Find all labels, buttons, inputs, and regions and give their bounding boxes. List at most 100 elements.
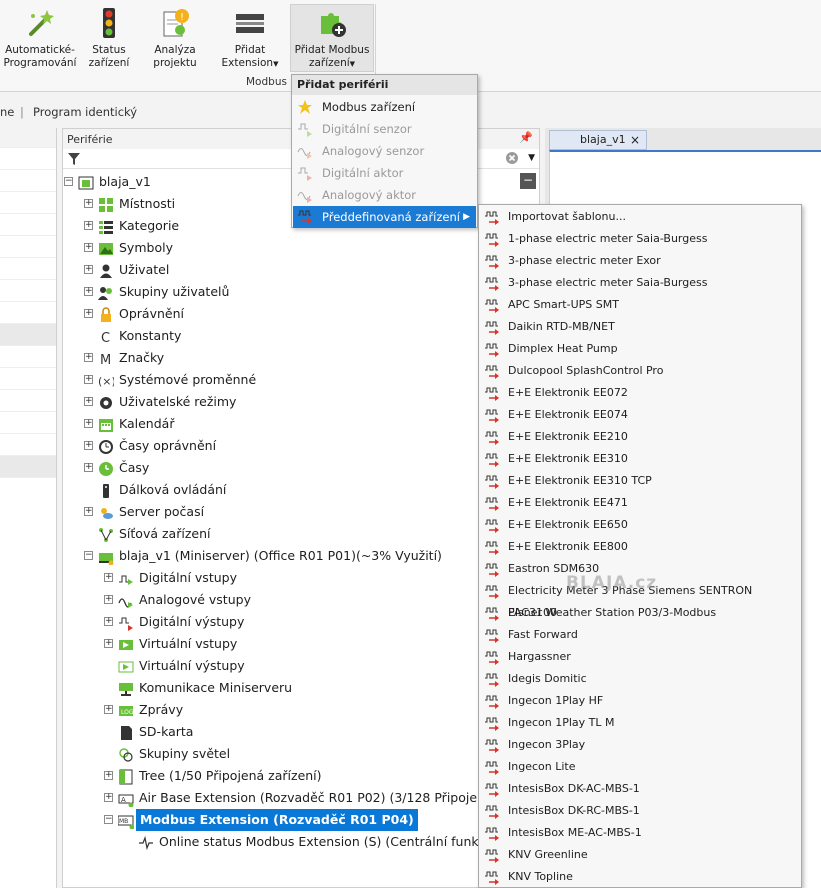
submenu-item[interactable]: Dulcopool SplashControl Pro (479, 360, 801, 382)
left-panel-row[interactable] (0, 346, 56, 368)
expand-icon[interactable]: + (84, 243, 93, 252)
submenu-item[interactable]: E+E Elektronik EE310 (479, 448, 801, 470)
expand-icon[interactable]: + (84, 353, 93, 362)
left-panel-row[interactable] (0, 170, 56, 192)
submenu-item[interactable]: Hargassner (479, 646, 801, 668)
tree-node[interactable]: + (×) Systémové proměnné (63, 369, 541, 391)
tree-node[interactable]: − blaja_v1 (Miniserver) (Office R01 P01)(… (63, 545, 541, 567)
pin-icon[interactable]: 📌 (519, 131, 533, 144)
submenu-item[interactable]: E+E Elektronik EE650 (479, 514, 801, 536)
collapse-icon[interactable]: − (104, 815, 113, 824)
tab-blaja-v1[interactable]: blaja_v1 × (549, 130, 647, 150)
expand-icon[interactable]: + (104, 573, 113, 582)
submenu-item[interactable]: Daikin RTD-MB/NET (479, 316, 801, 338)
clear-filter-icon[interactable] (505, 151, 519, 165)
expand-icon[interactable]: + (84, 419, 93, 428)
submenu-item[interactable]: IntesisBox ME-AC-MBS-1 (479, 822, 801, 844)
left-panel-row[interactable] (0, 456, 56, 478)
submenu-item[interactable]: Ingecon Lite (479, 756, 801, 778)
auto-programming-button[interactable]: Automatické- Programování (2, 2, 78, 76)
tree-node[interactable]: + Symboly (63, 237, 541, 259)
collapse-icon[interactable]: − (84, 551, 93, 560)
submenu-item[interactable]: 3-phase electric meter Exor (479, 250, 801, 272)
collapse-icon[interactable]: − (64, 177, 73, 186)
tree-node[interactable]: + Uživatel (63, 259, 541, 281)
submenu-item[interactable]: Ingecon 1Play HF (479, 690, 801, 712)
expand-icon[interactable]: + (104, 771, 113, 780)
tree-node[interactable]: + Digitální výstupy (63, 611, 541, 633)
tree-node[interactable]: + Server počasí (63, 501, 541, 523)
expand-icon[interactable]: + (104, 639, 113, 648)
submenu-item[interactable]: E+E Elektronik EE310 TCP (479, 470, 801, 492)
project-analysis-button[interactable]: ! Analýza projektu (146, 2, 204, 76)
expand-icon[interactable]: + (104, 793, 113, 802)
tree-node[interactable]: SD-karta (63, 721, 541, 743)
submenu-item[interactable]: Elsner Weather Station P03/3-Modbus (479, 602, 801, 624)
left-panel-row[interactable] (0, 236, 56, 258)
expand-icon[interactable]: + (84, 441, 93, 450)
tree-node[interactable]: + A Air Base Extension (Rozvaděč R01 P02) … (63, 787, 550, 809)
expand-icon[interactable]: + (84, 397, 93, 406)
submenu-item[interactable]: IntesisBox DK-AC-MBS-1 (479, 778, 801, 800)
submenu-item[interactable]: E+E Elektronik EE210 (479, 426, 801, 448)
tree-node[interactable]: + Analogové vstupy (63, 589, 541, 611)
tree-node[interactable]: + Tree (1/50 Připojená zařízení) (63, 765, 541, 787)
add-extension-button[interactable]: Přidat Extension▼ (218, 2, 282, 76)
left-panel-row[interactable] (0, 258, 56, 280)
submenu-item[interactable]: KNV Topline (479, 866, 801, 887)
tree-node[interactable]: + Skupiny uživatelů (63, 281, 541, 303)
expand-icon[interactable]: + (104, 617, 113, 626)
left-panel-row[interactable] (0, 324, 56, 346)
expand-icon[interactable]: + (104, 595, 113, 604)
left-panel-row[interactable] (0, 148, 56, 170)
tree-node[interactable]: Dálková ovládání (63, 479, 541, 501)
submenu-item[interactable]: 3-phase electric meter Saia-Burgess (479, 272, 801, 294)
chevron-down-icon[interactable]: ▼ (528, 153, 535, 163)
left-panel-row[interactable] (0, 368, 56, 390)
left-panel-row[interactable] (0, 214, 56, 236)
tree-node[interactable]: + LOG Zprávy (63, 699, 541, 721)
left-panel-row[interactable] (0, 302, 56, 324)
tree-node[interactable]: Skupiny světel (63, 743, 541, 765)
filter-icon[interactable] (67, 152, 81, 166)
submenu-item[interactable]: Importovat šablonu... (479, 206, 801, 228)
left-panel-row[interactable] (0, 192, 56, 214)
submenu-item[interactable]: IntesisBox DK-RC-MBS-1 (479, 800, 801, 822)
tree-node[interactable]: Online status Modbus Extension (S) (Cent… (63, 831, 541, 853)
tree-node[interactable]: + Oprávnění (63, 303, 541, 325)
expand-icon[interactable]: + (84, 507, 93, 516)
expand-icon[interactable]: + (84, 375, 93, 384)
tree-node[interactable]: + Uživatelské režimy (63, 391, 541, 413)
left-panel-row[interactable] (0, 280, 56, 302)
left-panel-row[interactable] (0, 412, 56, 434)
submenu-item[interactable]: E+E Elektronik EE074 (479, 404, 801, 426)
add-modbus-device-button[interactable]: Přidat Modbus zařízení▼ (290, 2, 374, 76)
tree-node[interactable]: Komunikace Miniserveru (63, 677, 541, 699)
submenu-item[interactable]: Idegis Domitic (479, 668, 801, 690)
expand-icon[interactable]: + (84, 309, 93, 318)
tree-node[interactable]: Virtuální výstupy (63, 655, 541, 677)
expand-icon[interactable]: + (104, 705, 113, 714)
submenu-item[interactable]: Dimplex Heat Pump (479, 338, 801, 360)
tree-node[interactable]: + Časy oprávnění (63, 435, 541, 457)
submenu-item[interactable]: Fast Forward (479, 624, 801, 646)
expand-icon[interactable]: + (84, 287, 93, 296)
submenu-item[interactable]: E+E Elektronik EE072 (479, 382, 801, 404)
submenu-item[interactable]: KNV Greenline (479, 844, 801, 866)
submenu-item[interactable]: E+E Elektronik EE800 (479, 536, 801, 558)
submenu-item[interactable]: 1-phase electric meter Saia-Burgess (479, 228, 801, 250)
tree-node[interactable]: Síťová zařízení (63, 523, 541, 545)
submenu-item[interactable]: Ingecon 3Play (479, 734, 801, 756)
close-icon[interactable]: × (630, 133, 640, 147)
tree-node[interactable]: + M Značky (63, 347, 541, 369)
menu-item[interactable]: Modbus zařízení (293, 96, 476, 118)
left-panel-row[interactable] (0, 390, 56, 412)
expand-icon[interactable]: + (84, 463, 93, 472)
tree-node[interactable]: + Časy (63, 457, 541, 479)
device-status-button[interactable]: Status zařízení (80, 2, 138, 76)
expand-icon[interactable]: + (84, 221, 93, 230)
submenu-item[interactable]: E+E Elektronik EE471 (479, 492, 801, 514)
tree-node[interactable]: C Konstanty (63, 325, 541, 347)
menu-item[interactable]: Předdefinovaná zařízení ▶ (293, 206, 476, 228)
submenu-item[interactable]: Ingecon 1Play TL M (479, 712, 801, 734)
